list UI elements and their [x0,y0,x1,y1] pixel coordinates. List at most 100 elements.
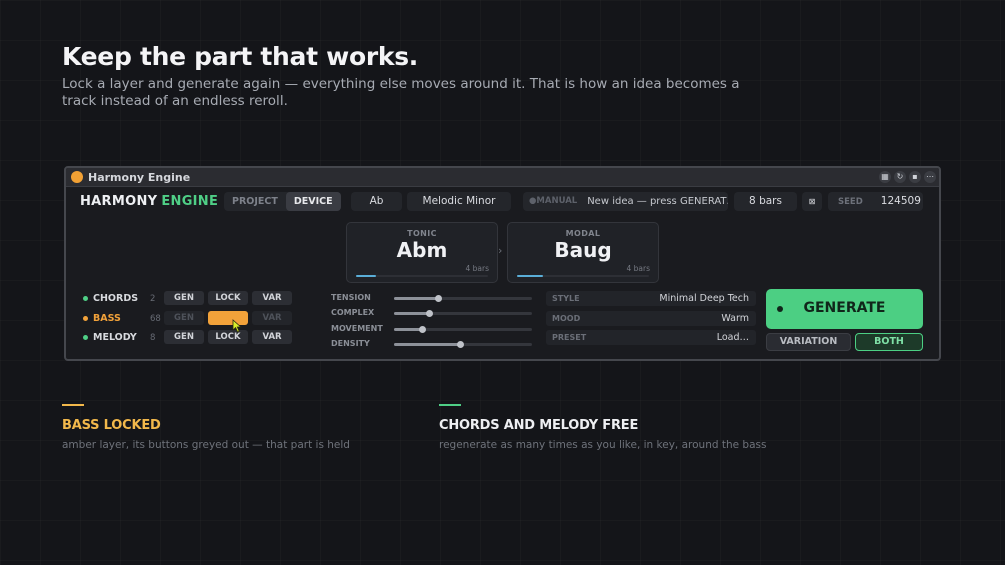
chord-length: 4 bars [626,264,650,273]
chord-progress [517,275,649,277]
keyboard-icon[interactable]: ▦ [879,171,891,183]
layer-row-chords: CHORDS 2 GEN LOCK VAR [80,291,295,307]
refresh-icon[interactable]: ↻ [894,171,906,183]
hero-title: Keep the part that works. [62,42,418,71]
both-button[interactable]: BOTH [855,333,923,351]
hero-subtitle: Lock a layer and generate again — everyt… [62,76,740,109]
movement-slider[interactable]: MOVEMENT [331,323,536,335]
chord-length: 4 bars [465,264,489,273]
prop-value: Load… [716,332,749,343]
layer-count: 68 [150,314,161,324]
generate-button[interactable]: GENERATE [766,289,923,329]
scale-select[interactable]: Melodic Minor [407,192,511,211]
tab-device[interactable]: DEVICE [285,192,341,211]
mood-select[interactable]: MOOD Warm [546,311,756,326]
layer-status-dot [83,296,88,301]
chord-progress-fill [517,275,544,277]
chords-var-button[interactable]: VAR [252,291,292,305]
save-icon[interactable]: ▪ [909,171,921,183]
prop-label: PRESET [552,333,587,342]
app-icon [71,171,83,183]
window-title: Harmony Engine [88,171,191,184]
variation-button[interactable]: VARIATION [766,333,851,351]
layer-name: MELODY [93,332,137,343]
layer-status-dot [83,335,88,340]
chord-role: MODAL [565,229,601,238]
callout-title-bass: BASS LOCKED [62,418,161,433]
slider-label: DENSITY [331,339,370,348]
layer-name: CHORDS [93,293,139,304]
melody-gen-button[interactable]: GEN [164,330,204,344]
slider-label: MOVEMENT [331,324,383,333]
layer-row-melody: MELODY 8 GEN LOCK VAR [80,330,295,346]
callout-accent-bass [62,404,84,406]
chords-gen-button[interactable]: GEN [164,291,204,305]
layer-status-dot [83,316,88,321]
chevron-right-icon: › [498,244,503,257]
slider-track[interactable] [394,326,532,333]
slider-handle[interactable] [457,341,465,348]
slider-handle[interactable] [435,295,443,302]
complex-slider[interactable]: COMPLEX [331,307,536,319]
idea-field[interactable]: ●MANUAL New idea — press GENERAT… [523,192,728,211]
slider-track[interactable] [394,310,532,317]
slider-handle[interactable] [425,310,433,317]
mode-tag: ●MANUAL [529,196,578,206]
callout-title-free: CHORDS AND MELODY FREE [439,418,639,433]
chord-role: TONIC [407,229,437,238]
prop-value: Minimal Deep Tech [659,293,749,304]
brand-logo: HARMONY ENGINE [80,194,218,209]
slider-handle[interactable] [418,326,426,333]
brand-accent: ENGINE [161,194,219,209]
preset-select[interactable]: PRESET Load… [546,330,756,345]
scope-toggle: PROJECT DEVICE [224,192,341,211]
title-bar[interactable]: Harmony Engine ▦ ↻ ▪ ⋯ [66,168,939,187]
slider-fill [394,297,439,300]
more-icon[interactable]: ⋯ [924,171,936,183]
seed-field[interactable]: SEED 124509 [828,192,923,211]
generate-label: GENERATE [803,300,886,316]
prop-label: STYLE [552,294,580,303]
layer-name: BASS [93,313,121,324]
layer-row-bass: BASS 68 GEN LOCK VAR [80,311,295,327]
tension-slider[interactable]: TENSION [331,292,536,304]
melody-lock-button[interactable]: LOCK [208,330,248,344]
slider-label: COMPLEX [331,308,375,317]
layer-count: 2 [150,294,156,304]
bass-gen-button[interactable]: GEN [164,311,204,325]
length-select[interactable]: 8 bars [734,192,797,211]
tab-project[interactable]: PROJECT [224,192,286,211]
layer-count: 8 [150,333,156,343]
slider-track[interactable] [394,341,532,348]
mouse-cursor-icon [232,319,242,333]
chord-progress [356,275,488,277]
slider-fill [394,328,422,331]
chord-progress-fill [356,275,376,277]
chords-lock-button[interactable]: LOCK [208,291,248,305]
callout-desc-bass: amber layer, its buttons greyed out — th… [62,439,350,451]
seed-label: SEED [838,197,863,207]
slider-track[interactable] [394,295,532,302]
prop-label: MOOD [552,314,581,323]
bass-lock-button[interactable]: LOCK [208,311,248,325]
slider-label: TENSION [331,293,371,302]
style-select[interactable]: STYLE Minimal Deep Tech [546,291,756,306]
idea-text: New idea — press GENERAT… [587,196,728,207]
chord-name: Abm [396,238,448,262]
density-slider[interactable]: DENSITY [331,338,536,350]
seed-value: 124509 [880,195,921,207]
plugin-window: Harmony Engine ▦ ↻ ▪ ⋯ HARMONY ENGINE PRO… [64,166,941,361]
callout-desc-free: regenerate as many times as you like, in… [439,439,767,451]
slider-fill [394,312,429,315]
slider-fill [394,343,461,346]
chord-card-tonic[interactable]: TONIC Abm 4 bars [346,222,498,283]
chord-name: Baug [554,238,612,262]
brand-primary: HARMONY [80,194,158,209]
chord-card-modal[interactable]: MODAL Baug 4 bars [507,222,659,283]
key-select[interactable]: Ab [351,192,402,211]
dice-icon[interactable]: ⊠ [802,192,822,211]
prop-value: Warm [721,313,749,324]
callout-accent-free [439,404,461,406]
bass-var-button[interactable]: VAR [252,311,292,325]
melody-var-button[interactable]: VAR [252,330,292,344]
